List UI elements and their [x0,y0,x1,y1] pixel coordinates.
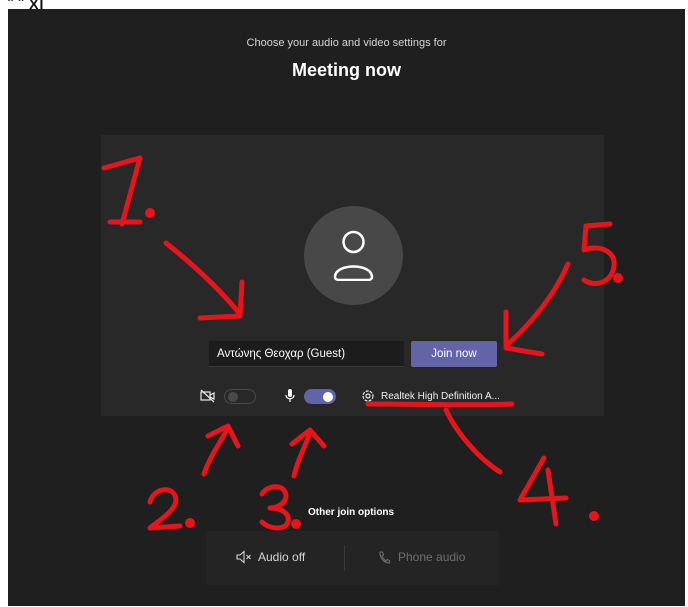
audio-off-label: Audio off [258,550,306,564]
audio-off-option[interactable]: Audio off [236,550,305,564]
phone-audio-label: Phone audio [398,550,466,564]
other-join-options-label: Other join options [308,507,395,518]
camera-off-icon [200,389,215,403]
name-input[interactable] [209,341,404,367]
teams-prejoin-screen: Choose your audio and video settings for… [8,9,685,606]
divider [344,545,345,571]
toggle-knob [323,391,333,402]
settings-subtitle: Choose your audio and video settings for [246,37,447,49]
microphone-toggle[interactable] [304,389,336,404]
audio-device-label[interactable]: Realtek High Definition A... [381,391,500,402]
microphone-icon [285,389,295,402]
person-icon [333,230,374,281]
video-preview-panel: Join now Realtek High Definition A... [101,135,604,416]
avatar [304,206,403,305]
camera-toggle[interactable] [224,389,256,404]
phone-icon [379,551,391,564]
phone-audio-option[interactable]: Phone audio [378,550,465,564]
gear-icon[interactable] [360,388,376,404]
toggle-knob [228,391,238,402]
speaker-muted-icon [236,550,251,564]
device-controls: Realtek High Definition A... [101,385,604,409]
join-now-button[interactable]: Join now [411,341,497,367]
meeting-title: Meeting now [292,60,401,80]
other-join-options-bar: Audio off Phone audio [206,531,499,585]
